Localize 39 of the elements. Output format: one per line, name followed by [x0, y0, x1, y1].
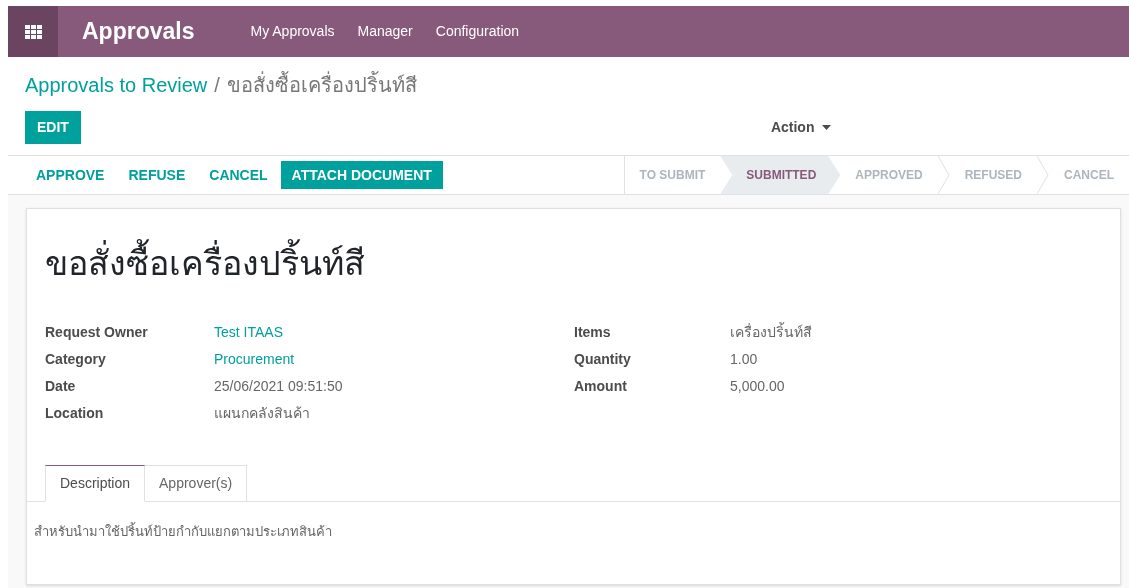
action-button[interactable]: REFUSE	[117, 161, 197, 189]
caret-icon	[822, 125, 832, 130]
status-stage[interactable]: REFUSED	[949, 156, 1037, 194]
breadcrumb-current: ขอสั่งซื้อเครื่องปริ้นท์สี	[226, 70, 417, 100]
field-value: 25/06/2021 09:51:50	[214, 377, 343, 396]
action-button[interactable]: CANCEL	[198, 161, 279, 189]
apps-menu-button[interactable]	[8, 6, 58, 57]
field-label: Category	[45, 350, 107, 369]
field-label: Request Owner	[45, 323, 149, 342]
field-label: Quantity	[574, 350, 632, 369]
field-value: เครื่องปริ้นท์สี	[730, 321, 812, 342]
menu-item[interactable]: Manager	[357, 21, 413, 42]
field-value: แผนกคลังสินค้า	[214, 404, 310, 423]
field-value: 5,000.00	[730, 377, 785, 396]
breadcrumb-link[interactable]: Approvals to Review	[25, 70, 208, 100]
app-title: Approvals	[82, 17, 195, 47]
tab[interactable]: Approver(s)	[145, 465, 248, 502]
action-button[interactable]: APPROVE	[25, 161, 116, 189]
attach-button[interactable]: ATTACH DOCUMENT	[280, 161, 443, 189]
field-link[interactable]: Procurement	[214, 348, 295, 370]
field-label: Items	[574, 323, 612, 342]
field-value: 1.00	[730, 350, 758, 369]
status-stage[interactable]: APPROVED	[840, 156, 938, 194]
action-menu[interactable]: Action	[770, 117, 832, 138]
status-stage[interactable]: SUBMITTED	[720, 156, 841, 194]
menu-item[interactable]: My Approvals	[250, 21, 335, 42]
edit-button[interactable]: EDIT	[25, 111, 81, 144]
status-stage[interactable]: CANCEL	[1049, 156, 1129, 194]
field-label: Date	[45, 377, 77, 396]
status-stage[interactable]: TO SUBMIT	[624, 156, 721, 194]
grid-icon	[24, 24, 42, 39]
breadcrumb-separator: /	[214, 73, 220, 98]
description-text: สำหรับนำมาใช้ปริ้นท์ป้ายกำกับแยกตามประเภทสินค้า	[33, 522, 333, 541]
tab[interactable]: Description	[45, 465, 146, 502]
field-link[interactable]: Test ITAAS	[214, 321, 283, 343]
field-label: Amount	[574, 377, 628, 396]
field-label: Location	[45, 404, 105, 423]
menu-item[interactable]: Configuration	[435, 21, 520, 42]
record-title: ขอสั่งซื้อเครื่องปริ้นท์สี	[27, 241, 1120, 285]
